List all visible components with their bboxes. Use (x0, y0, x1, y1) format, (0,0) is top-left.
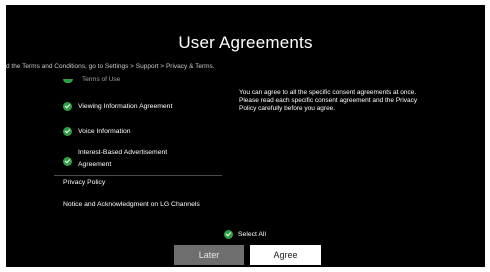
check-circle-icon (63, 79, 73, 83)
check-circle-icon (63, 157, 72, 166)
check-circle-icon (63, 127, 72, 136)
description-line: Policy carefully before you agree. (239, 105, 336, 112)
agreement-label: Viewing Information Agreement (78, 103, 173, 110)
lg-channels-notice-link[interactable]: Notice and Acknowledgment on LG Channels (63, 201, 200, 208)
later-button[interactable]: Later (174, 245, 244, 265)
agreement-description: You can agree to all the specific consen… (239, 89, 449, 113)
select-all-label: Select All (238, 231, 266, 238)
tv-screen: User Agreements d the Terms and Conditio… (6, 5, 485, 267)
dialog-title: User Agreements (178, 33, 313, 52)
agreement-label-terms-of-use: Terms of Use (82, 76, 121, 83)
check-circle-icon (224, 230, 233, 239)
list-divider (54, 175, 222, 176)
privacy-policy-link[interactable]: Privacy Policy (63, 179, 105, 186)
description-line: You can agree to all the specific consen… (239, 89, 417, 96)
agreement-label-line-2: Agreement (78, 161, 112, 168)
agreement-label-line-1: Interest-Based Advertisement (78, 149, 168, 156)
check-circle-icon (63, 102, 72, 111)
agreement-label: Voice Information (78, 128, 131, 135)
description-line: Please read each specific consent agreem… (239, 97, 418, 104)
agree-button[interactable]: Agree (250, 245, 321, 265)
select-all-checkbox[interactable]: Select All (224, 230, 284, 242)
dialog-subtitle: d the Terms and Conditions, go to Settin… (6, 63, 215, 70)
